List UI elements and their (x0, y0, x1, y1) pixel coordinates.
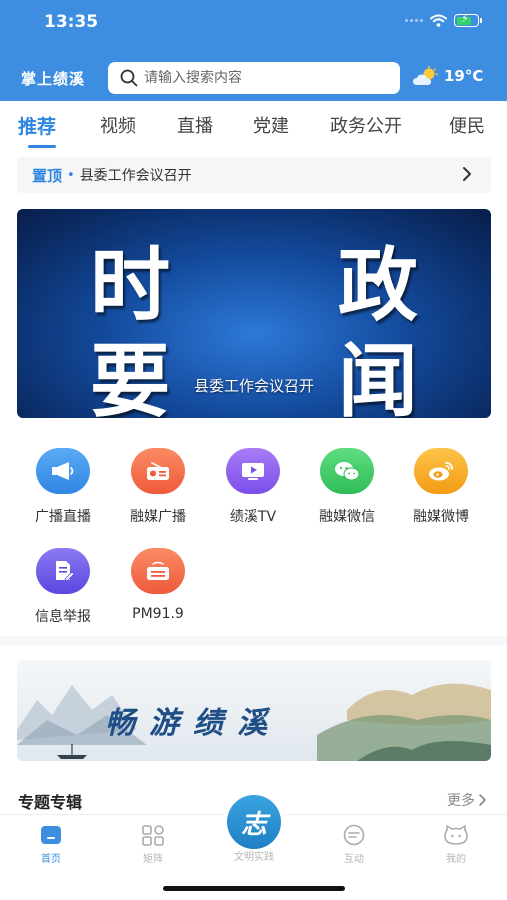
pinned-dot: • (67, 167, 75, 183)
megaphone-icon (36, 448, 90, 494)
func-pm919[interactable]: PM91.9 (111, 548, 205, 622)
tourism-banner-title: 畅游绩溪 (105, 706, 281, 741)
signal-icon (405, 19, 423, 22)
pinned-headline: 县委工作会议召开 (79, 168, 192, 184)
tab-video[interactable]: 视频 (100, 112, 136, 138)
banner-caption: 县委工作会议召开 (193, 377, 314, 395)
home-icon (41, 826, 61, 844)
tab-party-building[interactable]: 党建 (253, 112, 289, 138)
battery-icon: ⚡ (454, 12, 482, 27)
func-media-wechat[interactable]: 融媒微信 (300, 448, 394, 526)
func-broadcast-live[interactable]: 广播直播 (16, 448, 110, 526)
more-label: 更多 (447, 793, 475, 809)
partly-cloudy-icon (413, 66, 438, 85)
channel-tabs: 推荐 视频 直播 党建 政务公开 便民 (0, 112, 507, 148)
pinned-tag: 置顶 (32, 166, 63, 185)
weibo-icon (414, 448, 468, 494)
tabbar-mine[interactable]: 我的 (421, 823, 491, 865)
tabbar-label: 我的 (446, 854, 466, 865)
tv-play-icon (226, 448, 280, 494)
func-label: 融媒微博 (413, 509, 469, 525)
section-divider (0, 636, 507, 645)
func-info-report[interactable]: 信息举报 (16, 548, 110, 626)
civilization-practice-button[interactable]: 志 (223, 791, 285, 853)
func-media-weibo[interactable]: 融媒微博 (394, 448, 488, 526)
tabbar-interaction[interactable]: 互动 (319, 823, 389, 865)
profile-face-icon (444, 825, 468, 845)
func-label: 融媒广播 (130, 509, 186, 525)
tabbar-label: 互动 (344, 854, 364, 865)
status-icons: ⚡ (405, 12, 482, 27)
tabbar-matrix[interactable]: 矩阵 (118, 823, 188, 865)
fm-radio-icon (131, 548, 185, 594)
report-document-icon (36, 548, 90, 594)
search-bar[interactable] (108, 62, 400, 94)
func-label: 绩溪TV (229, 509, 277, 525)
chat-icon (343, 824, 365, 846)
home-indicator (163, 886, 345, 891)
news-banner[interactable]: 时 政 要 闻 县委工作会议召开 (17, 209, 491, 418)
chevron-right-icon (479, 794, 486, 806)
more-topics-link[interactable]: 更多 (447, 790, 487, 810)
section-title-special-topics: 专题专辑 (18, 793, 83, 812)
active-tab-indicator (28, 145, 56, 148)
radio-icon (131, 448, 185, 494)
tabbar-label: 首页 (41, 854, 61, 865)
func-label: 信息举报 (35, 609, 91, 625)
func-media-radio[interactable]: 融媒广播 (111, 448, 205, 526)
search-input[interactable] (144, 70, 384, 86)
tabbar-label: 矩阵 (143, 854, 163, 865)
civilization-icon: 志 (227, 795, 281, 849)
weather-temperature: 19°C (444, 67, 484, 85)
func-label: PM91.9 (132, 606, 184, 622)
weather-widget[interactable]: 19°C (412, 66, 483, 86)
tourism-banner[interactable]: 畅游绩溪 (17, 660, 491, 761)
tab-live[interactable]: 直播 (177, 112, 213, 138)
func-jixi-tv[interactable]: 绩溪TV (206, 448, 300, 526)
pinned-notice[interactable]: 置顶 • 县委工作会议召开 (17, 157, 491, 193)
func-label: 融媒微信 (319, 509, 375, 525)
top-header: 13:35 ⚡ 掌上绩溪 19°C (0, 0, 507, 101)
tabbar-label: 文明实践 (234, 852, 274, 863)
tab-convenience[interactable]: 便民 (449, 112, 485, 138)
matrix-grid-icon (142, 825, 164, 846)
wifi-icon (430, 14, 447, 27)
tabbar-home[interactable]: 首页 (16, 823, 86, 865)
status-time: 13:35 (44, 12, 99, 32)
tab-recommend[interactable]: 推荐 (18, 112, 56, 139)
tab-government-affairs[interactable]: 政务公开 (330, 112, 402, 138)
app-title: 掌上绩溪 (21, 70, 86, 88)
search-icon (120, 69, 138, 87)
banner-title-line2: 要 闻 (90, 334, 488, 418)
func-label: 广播直播 (35, 509, 91, 525)
wechat-icon (320, 448, 374, 494)
chevron-right-icon (463, 167, 471, 181)
